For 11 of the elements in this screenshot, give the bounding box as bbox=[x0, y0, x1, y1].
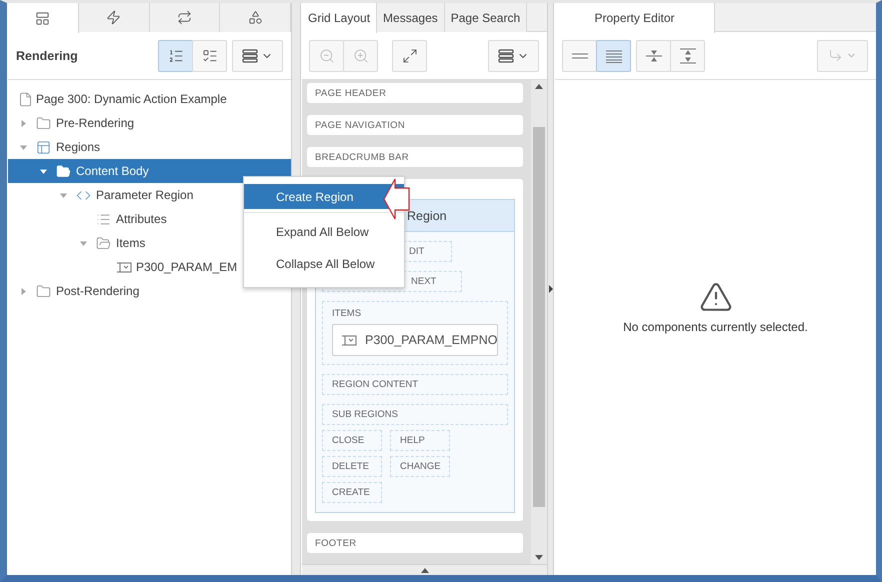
button-slot: DELETE bbox=[322, 456, 382, 477]
layout-slot: SUB REGIONS bbox=[322, 404, 508, 425]
button-slot: CHANGE bbox=[390, 456, 450, 477]
button-slot: CREATE bbox=[322, 482, 382, 503]
slot-label: ITEMS bbox=[332, 308, 362, 319]
button-slot: HELP bbox=[390, 430, 450, 451]
item-name: P300_PARAM_EMPNO bbox=[365, 333, 498, 347]
layout-slot: REGION CONTENT bbox=[322, 374, 508, 395]
empty-message: No components currently selected. bbox=[623, 320, 808, 334]
panel-title: Rendering bbox=[16, 48, 79, 62]
button-slot: CLOSE bbox=[322, 430, 382, 451]
